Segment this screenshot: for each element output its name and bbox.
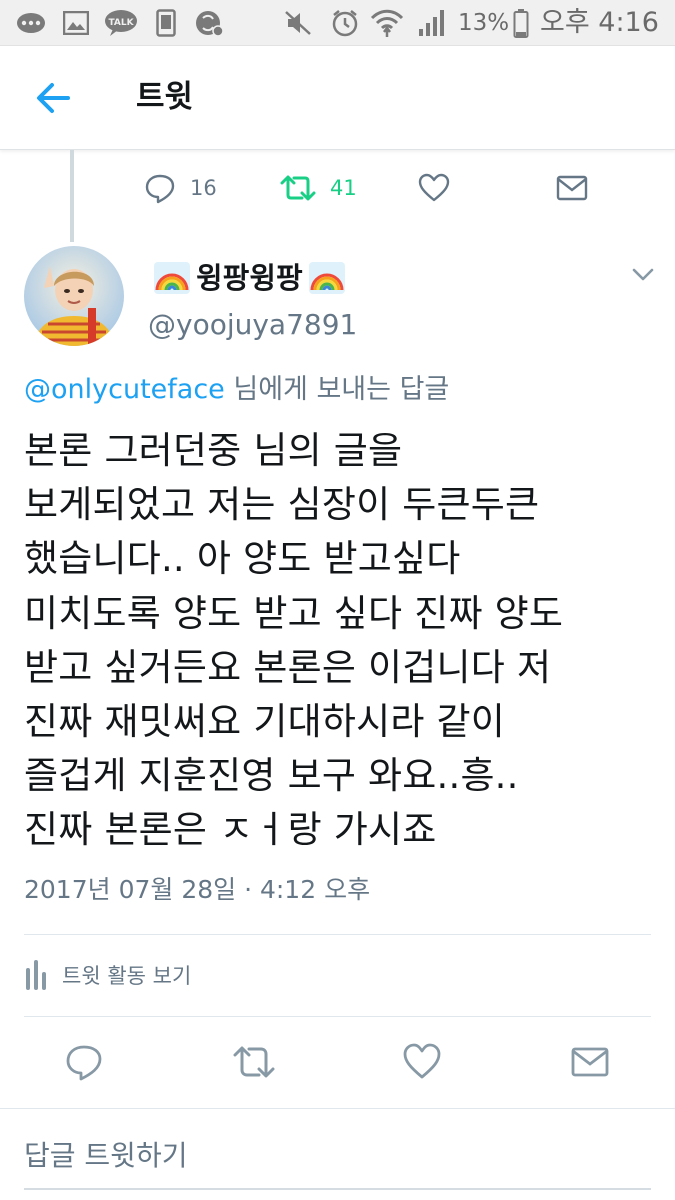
- parent-retweet-count: 41: [330, 176, 357, 200]
- status-bar: TALK 13% 오후 4:16: [0, 0, 675, 46]
- like-button[interactable]: [402, 1042, 442, 1082]
- svg-text:TALK: TALK: [108, 18, 134, 28]
- kakaotalk-icon: TALK: [104, 8, 138, 38]
- envelope-icon: [556, 175, 588, 201]
- parent-retweet-button[interactable]: 41: [280, 170, 357, 206]
- heart-icon: [403, 1043, 441, 1079]
- vpn-icon: [194, 8, 224, 38]
- app-header: 트윗: [0, 46, 675, 150]
- divider: [24, 934, 651, 935]
- back-arrow-icon[interactable]: [30, 78, 76, 118]
- reply-input[interactable]: 답글 트윗하기: [24, 1136, 187, 1176]
- tweet-text: 본론 그러던중 님의 글을 보게되었고 저는 심장이 두큰두큰 했습니다.. 아…: [24, 429, 564, 852]
- battery-icon: [512, 8, 530, 38]
- reply-icon: [145, 174, 175, 204]
- signal-icon: [416, 8, 448, 38]
- wifi-icon: [370, 8, 404, 38]
- display-name-row[interactable]: 윙팡윙팡: [148, 256, 351, 300]
- tweet-activity-link[interactable]: 트윗 활동 보기: [24, 955, 191, 995]
- heart-icon: [418, 173, 450, 202]
- parent-like-button[interactable]: [418, 170, 450, 206]
- reply-icon: [66, 1045, 102, 1081]
- battery-percent: 13%: [458, 10, 510, 36]
- clock: 오후 4:16: [540, 7, 659, 38]
- mute-icon: [282, 8, 314, 38]
- gallery-icon: [62, 8, 90, 38]
- tweet-activity-label: 트윗 활동 보기: [62, 964, 192, 988]
- parent-message-button[interactable]: [556, 170, 588, 206]
- parent-reply-button[interactable]: 16: [144, 170, 217, 206]
- reply-button[interactable]: [64, 1042, 104, 1082]
- phone-icon: [154, 8, 178, 38]
- display-name: 윙팡윙팡: [196, 261, 303, 295]
- chevron-down-icon[interactable]: [628, 262, 658, 286]
- thread-connector: [70, 150, 74, 242]
- reply-input-underline: [24, 1188, 651, 1190]
- page-title: 트윗: [136, 79, 194, 115]
- bar-chart-icon: [26, 960, 46, 990]
- retweet-icon: [233, 1046, 275, 1078]
- reply-mention-link[interactable]: @onlycuteface: [24, 374, 225, 405]
- retweet-icon: [280, 175, 316, 201]
- envelope-icon: [571, 1047, 609, 1077]
- direct-message-button[interactable]: [570, 1042, 610, 1082]
- divider: [24, 1016, 651, 1017]
- reply-context-suffix: 님에게 보내는 답글: [224, 374, 450, 405]
- avatar[interactable]: [24, 246, 124, 346]
- rainbow-icon: [154, 262, 190, 294]
- user-handle[interactable]: @yoojuya7891: [148, 306, 357, 344]
- tweet-timestamp: 2017년 07월 28일 · 4:12 오후: [24, 875, 371, 904]
- reply-context: @onlycuteface 님에게 보내는 답글: [24, 370, 449, 410]
- messages-icon: [16, 8, 46, 38]
- divider: [0, 1108, 675, 1109]
- alarm-icon: [330, 8, 360, 38]
- rainbow-icon: [308, 262, 345, 294]
- parent-reply-count: 16: [190, 176, 217, 200]
- retweet-button[interactable]: [232, 1042, 276, 1082]
